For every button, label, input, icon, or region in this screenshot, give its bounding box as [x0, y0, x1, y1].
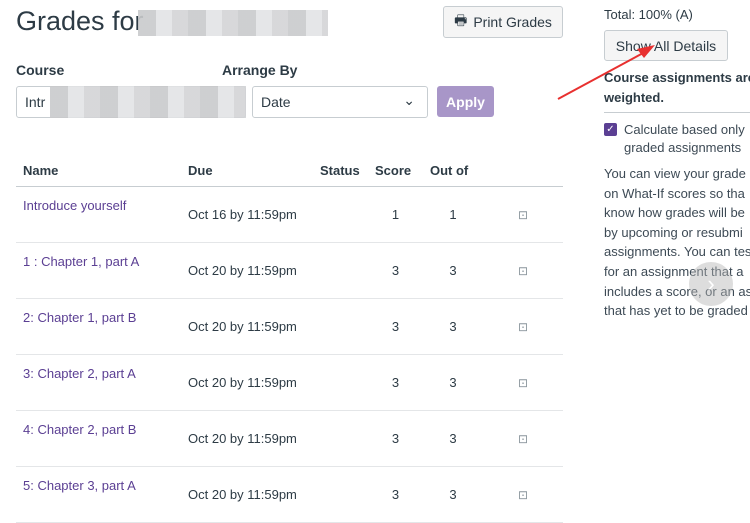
annotation-arrow [557, 45, 655, 100]
